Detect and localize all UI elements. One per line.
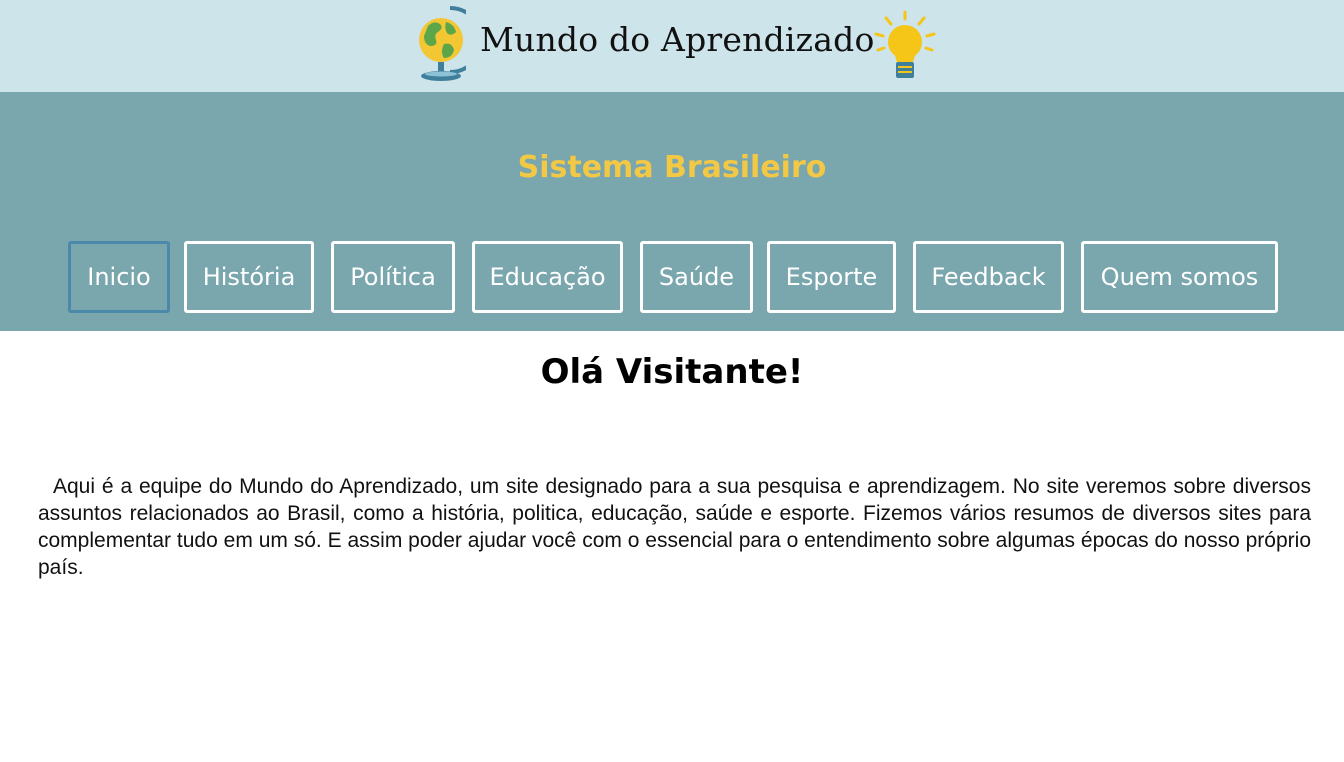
light-bulb-icon	[874, 10, 936, 78]
nav-button-saude[interactable]: Saúde	[640, 241, 753, 313]
site-header: Mundo do Aprendizado	[0, 0, 1344, 92]
nav-button-politica[interactable]: Política	[331, 241, 455, 313]
greeting-heading: Olá Visitante!	[540, 352, 804, 392]
nav-button-educacao[interactable]: Educação	[472, 241, 623, 313]
nav-button-inicio[interactable]: Inicio	[68, 241, 170, 313]
nav-button-feedback[interactable]: Feedback	[913, 241, 1064, 313]
intro-paragraph: Aqui é a equipe do Mundo do Aprendizado,…	[38, 475, 1311, 579]
nav-button-historia[interactable]: História	[184, 241, 314, 313]
globe-icon	[419, 6, 466, 81]
brand-name: Mundo do Aprendizado	[480, 20, 875, 59]
nav-button-quem-somos[interactable]: Quem somos	[1081, 241, 1278, 313]
section-title: Sistema Brasileiro	[517, 150, 827, 185]
nav-button-esporte[interactable]: Esporte	[767, 241, 896, 313]
brand-logo[interactable]: Mundo do Aprendizado	[412, 0, 942, 92]
main-navigation: Sistema Brasileiro Inicio História Polít…	[0, 92, 1344, 331]
